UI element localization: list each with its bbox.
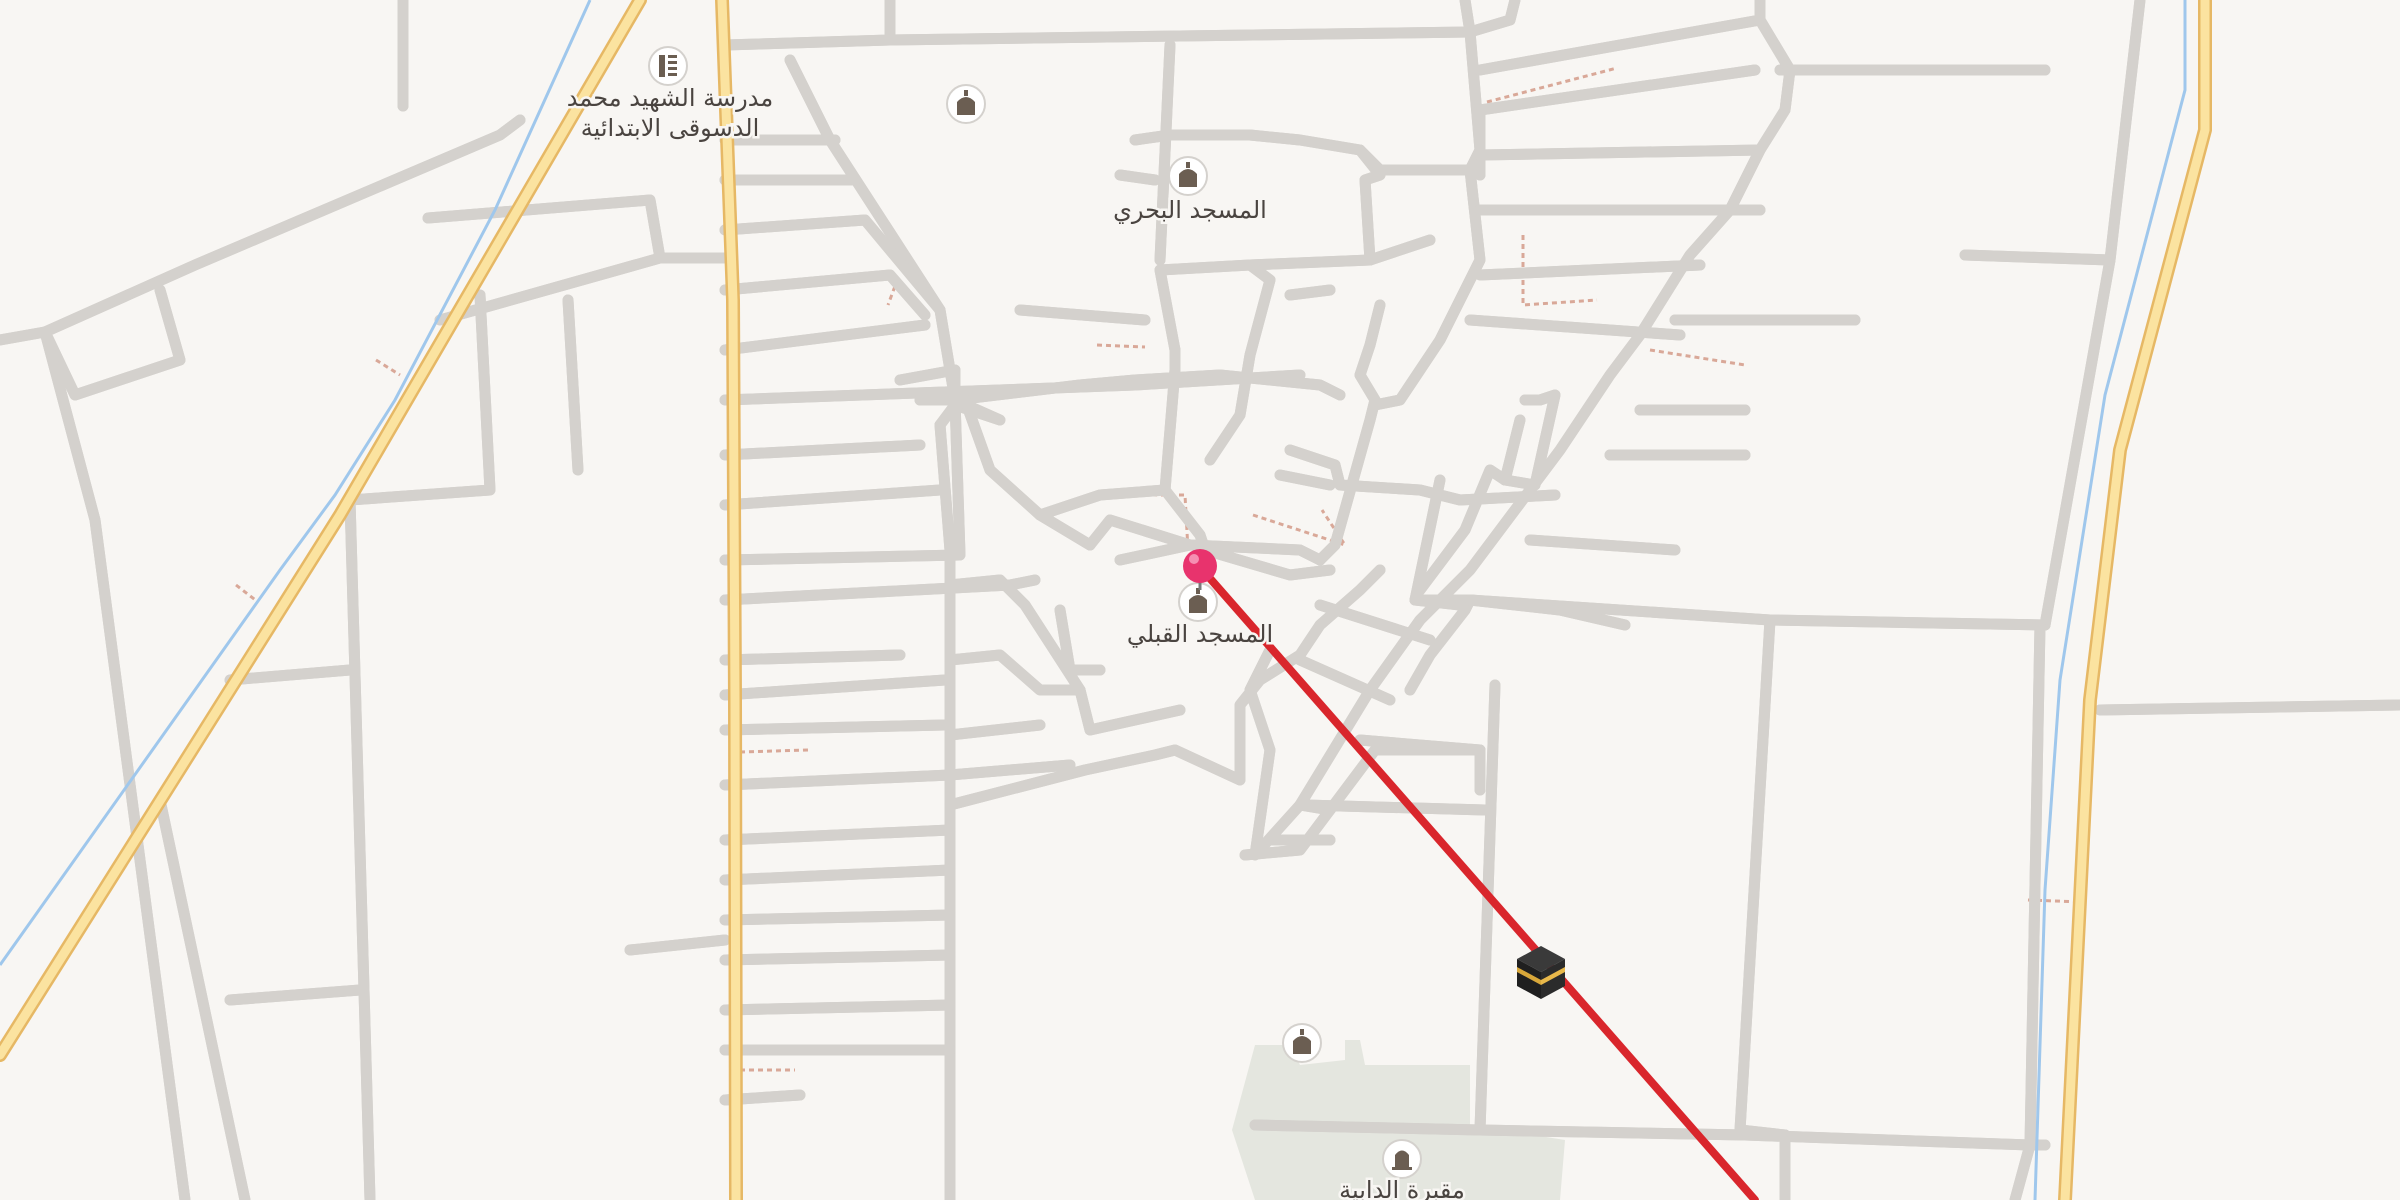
poi-label-school-line2: الدسوقى الابتدائية xyxy=(581,114,760,142)
poi-mosque-south[interactable] xyxy=(1282,1023,1322,1063)
mosque-icon xyxy=(946,84,986,124)
cemetery-icon xyxy=(1382,1139,1422,1179)
poi-label-school-line1: مدرسة الشهيد محمد xyxy=(567,84,773,112)
mosque-icon xyxy=(1282,1023,1322,1063)
poi-label-qibli-mosque: المسجد القبلي xyxy=(1127,620,1273,648)
poi-mosque-north[interactable] xyxy=(946,84,986,124)
school-icon xyxy=(648,46,688,86)
poi-label-cemetery: مقبرة الدابية xyxy=(1339,1176,1465,1200)
poi-label-bahari-mosque: المسجد البحري xyxy=(1113,196,1267,224)
mosque-icon xyxy=(1178,582,1218,622)
mosque-icon xyxy=(1168,156,1208,196)
map-canvas[interactable]: مدرسة الشهيد محمد الدسوقى الابتدائية الم… xyxy=(0,0,2400,1200)
